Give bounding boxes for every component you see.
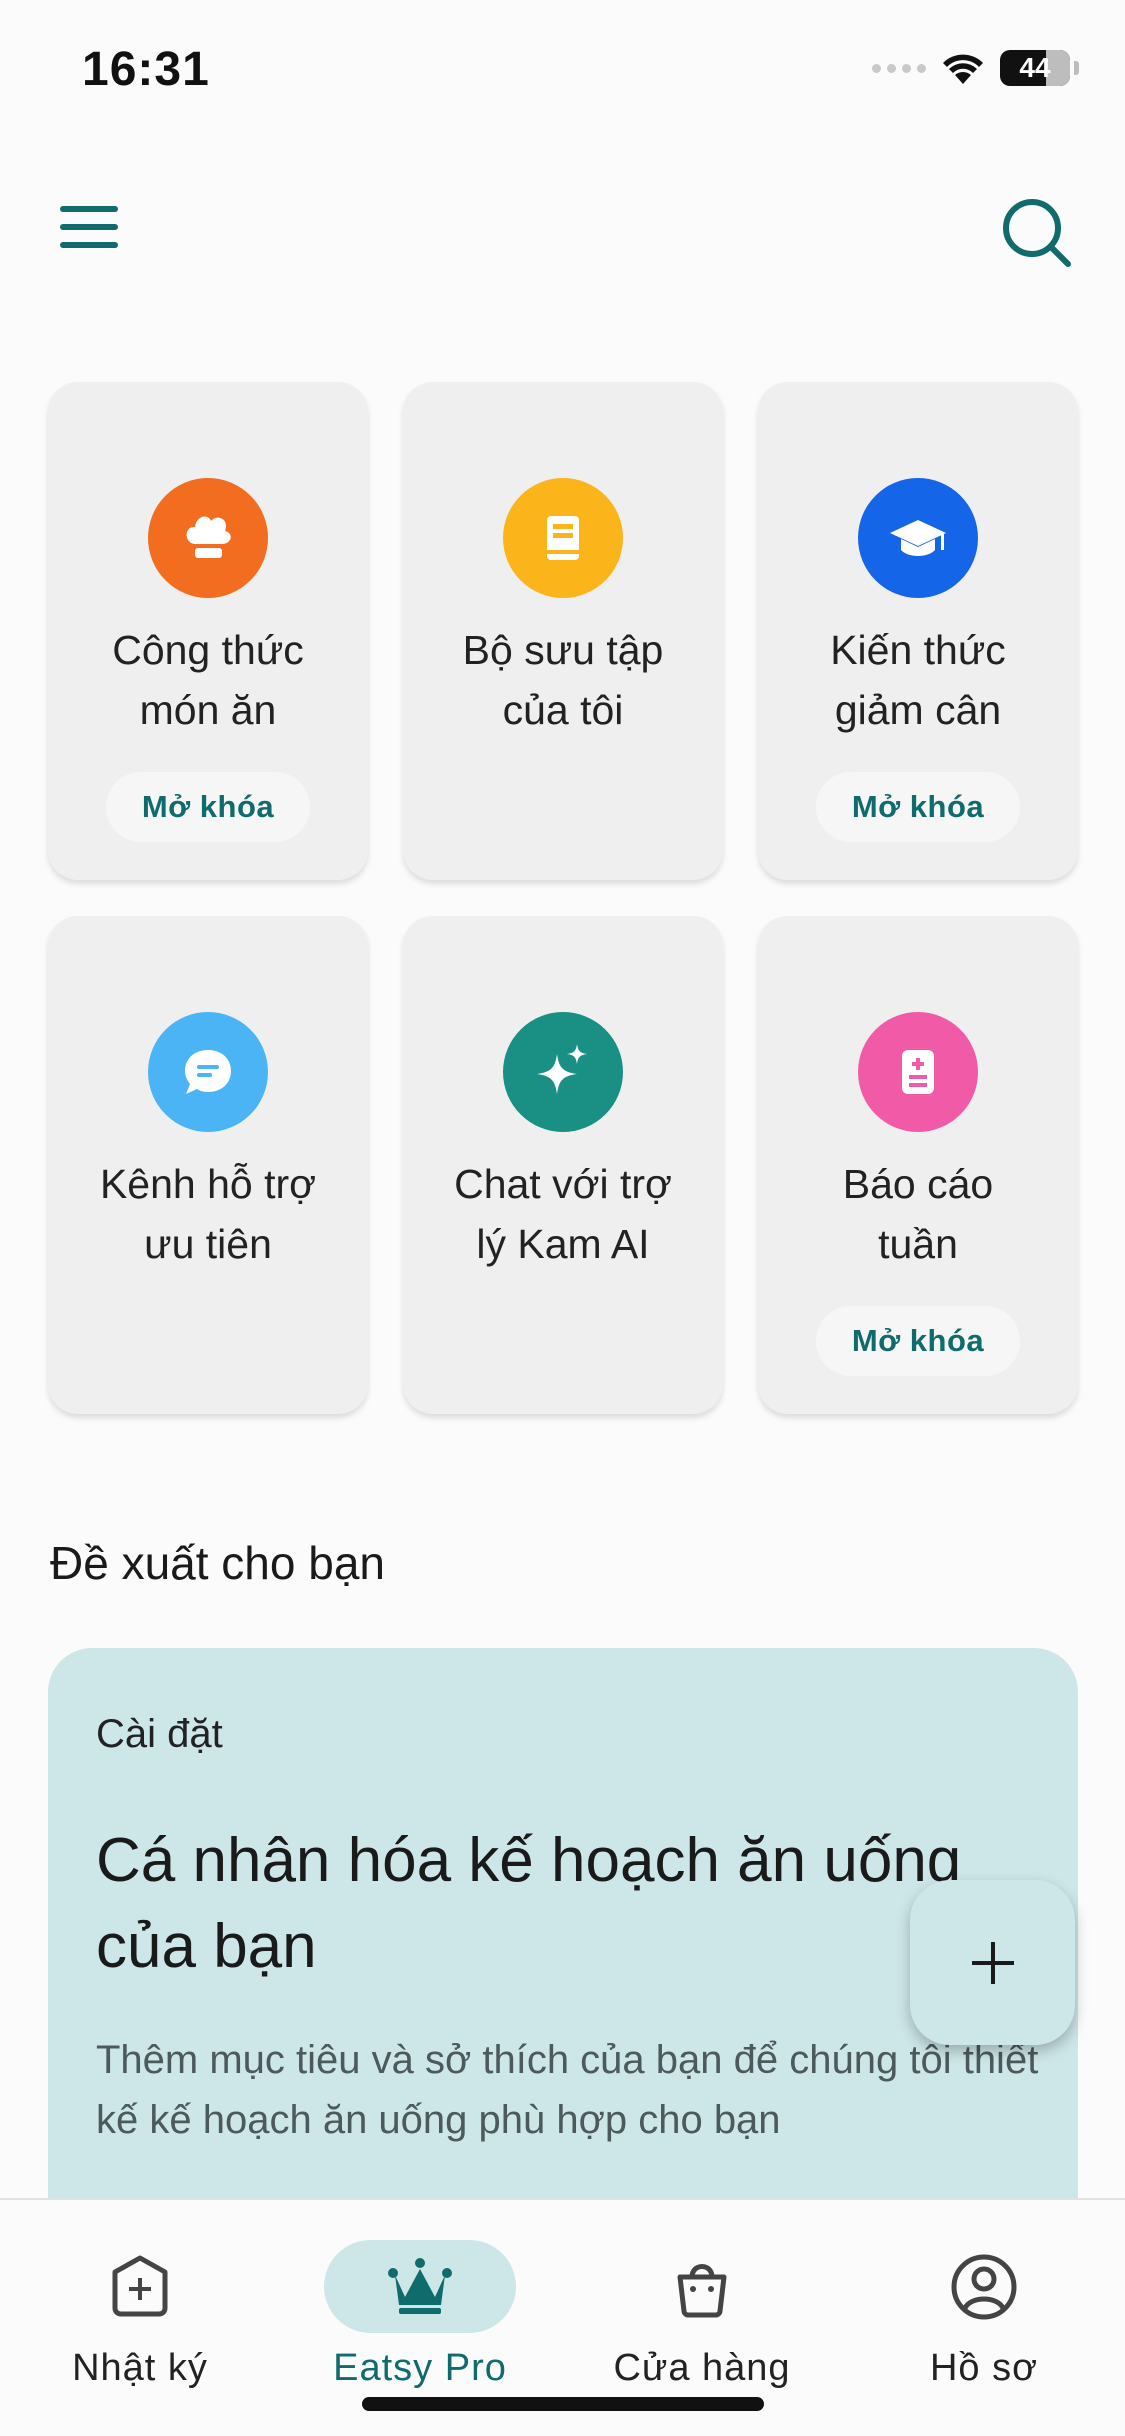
nav-item-profile[interactable]: Hồ sơ [864, 2240, 1104, 2390]
feature-label: Báo cáo tuần [842, 1161, 994, 1267]
diary-plus-icon [112, 2255, 168, 2316]
chef-hat-icon [148, 478, 268, 598]
unlock-button[interactable]: Mở khóa [816, 1306, 1020, 1376]
nav-label: Eatsy Pro [333, 2347, 507, 2389]
unlock-button[interactable]: Mở khóa [106, 772, 310, 842]
recommendation-description: Thêm mục tiêu và sở thích của bạn để chú… [96, 2038, 1039, 2142]
feature-card-recipes[interactable]: Công thức món ăn Mở khóa [48, 382, 368, 880]
feature-grid: Công thức món ăn Mở khóa Bộ sưu tập của tô… [48, 382, 1078, 1414]
feature-label: Kiến thức giảm cân [830, 627, 1006, 733]
plus-icon [971, 1941, 1014, 1984]
graduation-cap-icon [858, 478, 978, 598]
shopping-bag-icon [677, 2263, 727, 2317]
section-title: Đề xuất cho bạn [50, 1537, 386, 1589]
report-icon [858, 1012, 978, 1132]
sparkle-icon [503, 1012, 623, 1132]
unlock-button[interactable]: Mở khóa [816, 772, 1020, 842]
chat-bubble-icon [148, 1012, 268, 1132]
feature-card-my-collection[interactable]: Bộ sưu tập của tôi [403, 382, 723, 880]
status-icons: 44 [872, 50, 1079, 86]
status-time: 16:31 [82, 43, 210, 96]
profile-icon [951, 2254, 1017, 2319]
status-bar: 16:31 44 [0, 0, 1125, 140]
nav-item-diary[interactable]: Nhật ký [20, 2240, 260, 2390]
feature-card-weight-loss-knowledge[interactable]: Kiến thức giảm cân Mở khóa [758, 382, 1078, 880]
search-icon[interactable] [1000, 196, 1072, 268]
feature-card-weekly-report[interactable]: Báo cáo tuần Mở khóa [758, 916, 1078, 1414]
nav-label: Cửa hàng [613, 2347, 791, 2389]
hamburger-menu-icon[interactable] [60, 206, 118, 248]
feature-card-priority-support[interactable]: Kênh hỗ trợ ưu tiên [48, 916, 368, 1414]
bookmark-collection-icon [503, 478, 623, 598]
add-fab-button[interactable] [910, 1880, 1075, 2045]
cellular-signal-icon [872, 63, 926, 73]
nav-label: Hồ sơ [929, 2347, 1039, 2389]
feature-label: Kênh hỗ trợ ưu tiên [99, 1161, 317, 1267]
crown-icon [388, 2257, 452, 2314]
nav-item-store[interactable]: Cửa hàng [582, 2240, 822, 2390]
recommendation-headline: Cá nhân hóa kế hoạch ăn uống của bạn [96, 1826, 962, 1981]
feature-label: Bộ sưu tập của tôi [462, 627, 664, 733]
nav-label: Nhật ký [72, 2347, 208, 2389]
feature-label: Chat với trợ lý Kam AI [454, 1161, 672, 1267]
battery-icon: 44 [1000, 50, 1070, 86]
recommendation-kicker: Cài đặt [96, 1712, 223, 1756]
feature-card-kam-ai-chat[interactable]: Chat với trợ lý Kam AI [403, 916, 723, 1414]
nav-item-eatsy-pro[interactable]: Eatsy Pro [300, 2240, 540, 2390]
battery-level: 44 [1019, 52, 1051, 83]
feature-label: Công thức món ăn [112, 627, 304, 733]
home-indicator [362, 2397, 764, 2411]
wifi-icon [943, 54, 983, 84]
